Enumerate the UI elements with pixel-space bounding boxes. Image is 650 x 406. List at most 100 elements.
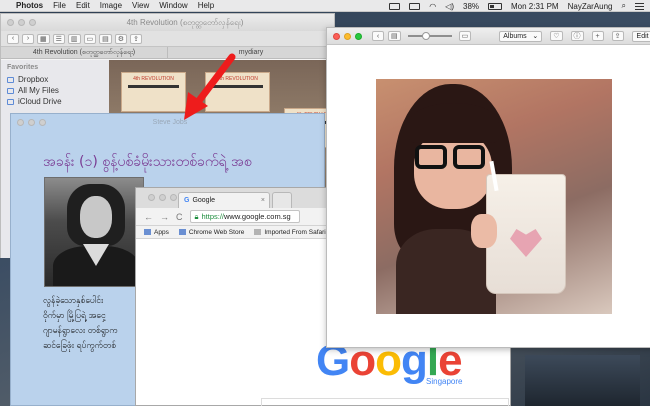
menu-clock[interactable]: Mon 2:31 PM	[511, 2, 559, 11]
portrait-face	[80, 196, 112, 238]
menu-file[interactable]: File	[53, 1, 66, 10]
minimize-icon[interactable]	[159, 194, 166, 201]
minimize-icon[interactable]	[344, 32, 351, 40]
chapter-heading: အခန်း (၁) စွန့်ပစ်ခံမိုးသားတစ်ခက်ရဲ့ အစ	[43, 154, 252, 170]
menu-edit[interactable]: Edit	[76, 1, 90, 10]
menu-view[interactable]: View	[132, 1, 149, 10]
battery-icon[interactable]	[488, 2, 503, 10]
notification-center-icon[interactable]	[635, 2, 644, 10]
menu-image[interactable]: Image	[100, 1, 122, 10]
arrange-button[interactable]: ▤	[99, 33, 112, 44]
dropbox-icon	[7, 76, 14, 83]
poster-thumbnail[interactable]: 4th REVOLUTION	[121, 72, 186, 112]
close-icon[interactable]	[148, 194, 155, 201]
document-titlebar[interactable]: Steve Jobs	[11, 114, 324, 130]
photo-bangs	[409, 103, 499, 143]
new-tab-button[interactable]	[272, 192, 292, 208]
main-photo[interactable]	[376, 79, 612, 314]
portrait-photo	[44, 177, 144, 287]
menu-help[interactable]: Help	[198, 1, 214, 10]
tab-4th-revolution[interactable]: 4th Revolution (စတုတ္ထတော်လှန်ရေး)	[1, 47, 167, 58]
bookmark-imported-from-safari[interactable]: Imported From Safari	[254, 228, 326, 236]
icon-view-button[interactable]: ▦	[37, 33, 50, 44]
google-region: Singapore	[426, 377, 463, 386]
bookmark-apps[interactable]: Apps	[144, 229, 169, 236]
back-button[interactable]: ‹	[7, 33, 19, 44]
photos-toolbar: ‹ ▤ ▭ Albums ⌄ ♡ ⓘ + ⇪ Edit	[327, 28, 650, 45]
back-arrow-icon[interactable]: ←	[144, 212, 153, 222]
finder-tabs: 4th Revolution (စတုတ္ထတော်လှန်ရေး) mydia…	[1, 47, 334, 59]
reload-icon[interactable]: C	[176, 212, 183, 222]
sidebar-item-label: All My Files	[18, 86, 59, 95]
list-view-button[interactable]: ☰	[52, 33, 65, 44]
bookmark-chrome-web-store[interactable]: Chrome Web Store	[178, 228, 245, 236]
close-icon[interactable]	[7, 19, 14, 26]
menu-app-name[interactable]: Photos	[16, 1, 43, 10]
minimize-icon[interactable]	[28, 118, 35, 126]
slider-knob[interactable]	[421, 32, 430, 40]
albums-dropdown[interactable]: Albums ⌄	[499, 30, 543, 42]
back-button[interactable]: ‹	[372, 31, 384, 41]
zoom-icon[interactable]	[39, 118, 46, 126]
photo-hand	[471, 214, 497, 248]
desktop-wallpaper-detail	[525, 355, 640, 406]
bookmark-label: Apps	[154, 228, 169, 236]
airplay-icon[interactable]	[409, 2, 421, 10]
all-files-icon	[7, 87, 14, 94]
action-gear-icon[interactable]: ⚙	[114, 33, 128, 44]
finder-titlebar[interactable]: 4th Revolution (စတုတ္ထတော်လှန်ရေး)	[1, 14, 334, 31]
edit-button[interactable]: Edit	[631, 30, 650, 42]
zoom-slider[interactable]	[407, 32, 452, 40]
web-store-icon	[178, 229, 186, 235]
display-icon[interactable]	[389, 2, 401, 10]
zoom-icon[interactable]	[29, 19, 36, 26]
zoom-icon[interactable]	[170, 194, 177, 201]
zoom-icon[interactable]	[355, 32, 362, 40]
google-favicon-icon: G	[184, 197, 190, 204]
bookmark-label: Chrome Web Store	[188, 228, 245, 236]
chrome-window-controls	[148, 194, 177, 201]
sidebar-item-all-my-files[interactable]: All My Files	[7, 85, 103, 96]
tab-title: Google	[192, 197, 216, 204]
wifi-icon[interactable]: ◠	[429, 2, 436, 11]
info-icon[interactable]: ⓘ	[570, 31, 584, 41]
bookmark-label: Imported From Safari	[264, 228, 326, 236]
sidebar-item-label: Dropbox	[18, 75, 49, 84]
chapter-paragraph: လွန်ခဲ့သောနှစ်ပေါင်း ဝိုက်မှာ မြို့ပြရဲ့…	[43, 294, 143, 354]
arrow-shaft	[194, 53, 236, 106]
chrome-tab-google[interactable]: G Google ×	[178, 192, 270, 208]
poster-text: 4th REVOLUTION	[133, 76, 174, 82]
close-icon[interactable]	[333, 32, 340, 40]
sidebar-item-icloud-drive[interactable]: iCloud Drive	[7, 96, 103, 107]
volume-icon[interactable]: ◁)	[445, 2, 454, 11]
close-icon[interactable]	[17, 118, 24, 126]
spotlight-icon[interactable]: ⌕	[622, 1, 626, 11]
address-bar[interactable]: 🔒︎ https://www.google.com.sg	[189, 210, 300, 223]
google-search-input[interactable]	[261, 398, 509, 406]
finder-window-controls	[7, 19, 36, 26]
minimize-icon[interactable]	[18, 19, 25, 26]
add-icon[interactable]: +	[591, 31, 604, 41]
column-view-button[interactable]: ▥	[67, 33, 81, 44]
photos-window-controls	[333, 32, 362, 40]
sidebar-item-dropbox[interactable]: Dropbox	[7, 74, 103, 85]
red-arrow-icon	[184, 53, 236, 120]
menu-user[interactable]: NayZarAung	[568, 2, 613, 11]
glasses-icon	[415, 145, 447, 169]
share-icon[interactable]: ⇪	[611, 31, 624, 41]
cover-flow-button[interactable]: ▭	[83, 33, 97, 44]
paragraph-line: ဆင်ခြေဖုံး ရပ်ကွက်တစ်	[43, 341, 117, 351]
menu-window[interactable]: Window	[159, 1, 187, 10]
forward-arrow-icon[interactable]: →	[160, 212, 169, 222]
albums-label: Albums	[503, 32, 527, 40]
photo-cup	[486, 174, 566, 294]
paragraph-line: ဂျာမန်ရွာလေး တစ်ရွာက	[43, 326, 118, 336]
document-title: Steve Jobs	[152, 118, 188, 126]
favorite-heart-icon[interactable]: ♡	[550, 31, 563, 41]
forward-button[interactable]: ›	[22, 33, 34, 44]
tab-close-icon[interactable]: ×	[261, 197, 265, 204]
share-icon[interactable]: ⇪	[130, 33, 143, 44]
menu-bar: Photos File Edit Image View Window Help …	[0, 0, 650, 12]
sidebar-toggle-icon[interactable]: ▤	[388, 31, 401, 41]
fit-screen-icon[interactable]: ▭	[458, 31, 472, 41]
